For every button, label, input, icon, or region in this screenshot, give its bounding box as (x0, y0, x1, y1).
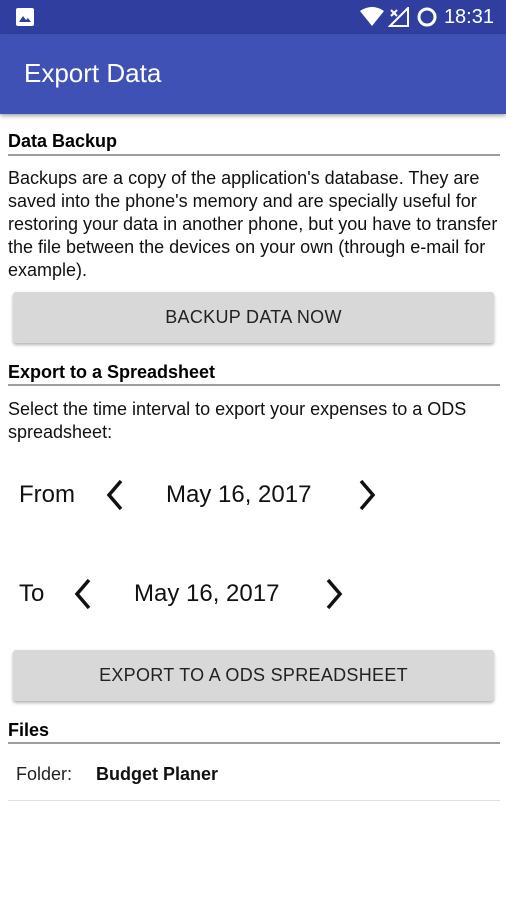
to-next-chevron-icon[interactable] (323, 577, 345, 611)
export-description: Select the time interval to export your … (8, 399, 467, 442)
wifi-icon (359, 7, 384, 26)
signal-icon (387, 7, 409, 27)
to-date-value[interactable]: May 16, 2017 (134, 580, 279, 608)
from-label: From (19, 481, 75, 508)
backup-data-button[interactable]: BACKUP DATA NOW (13, 292, 494, 343)
status-time: 18:31 (443, 5, 494, 28)
folder-label: Folder: (16, 764, 73, 784)
page-title: Export Data (24, 58, 162, 88)
from-prev-chevron-icon[interactable] (104, 478, 126, 512)
backup-divider (8, 154, 500, 156)
backup-section-title: Data Backup (8, 131, 118, 151)
export-section-title: Export to a Spreadsheet (8, 362, 216, 382)
status-icons: 18:31 (359, 5, 494, 29)
export-divider (8, 384, 500, 386)
gallery-icon (16, 8, 34, 26)
status-bar: 18:31 (0, 0, 506, 34)
to-label: To (19, 580, 45, 607)
from-next-chevron-icon[interactable] (356, 478, 378, 512)
backup-description: Backups are a copy of the application's … (8, 168, 498, 280)
files-section-title: Files (8, 720, 50, 740)
to-prev-chevron-icon[interactable] (72, 577, 94, 611)
files-list-divider (8, 800, 500, 801)
folder-value[interactable]: Budget Planer (96, 764, 218, 785)
from-date-value[interactable]: May 16, 2017 (166, 481, 311, 509)
sync-icon (417, 7, 437, 27)
export-ods-button[interactable]: EXPORT TO A ODS SPREADSHEET (13, 650, 494, 701)
files-divider (8, 742, 500, 744)
app-bar: Export Data (0, 34, 506, 114)
